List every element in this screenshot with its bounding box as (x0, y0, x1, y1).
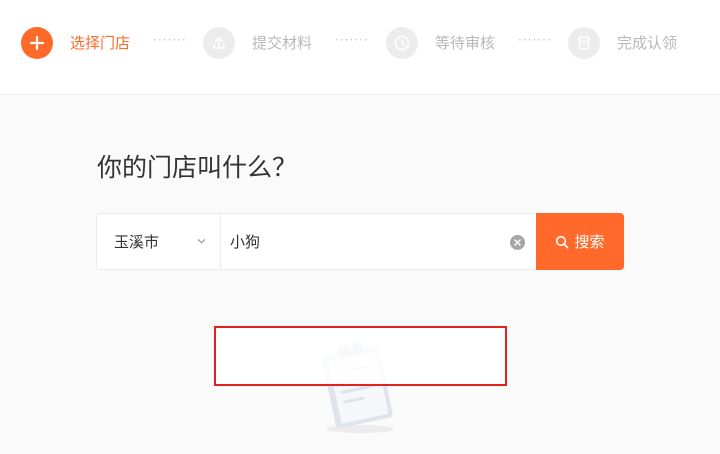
clear-icon[interactable] (510, 235, 525, 250)
step-separator: ······· (518, 33, 552, 47)
chevron-down-icon (197, 239, 206, 244)
step-submit-materials: 提交材料 (203, 26, 312, 59)
step-select-store: 选择门店 (21, 26, 130, 59)
search-icon (556, 235, 569, 248)
highlight-box (214, 326, 507, 386)
plus-icon (21, 26, 53, 59)
step-label: 选择门店 (70, 34, 131, 52)
step-separator: ······· (335, 33, 369, 47)
search-button-label: 搜索 (574, 233, 605, 251)
step-waiting-review: 等待审核 (386, 26, 495, 59)
claim-store-page: 选择门店 ······· 提交材料 ······· 等待审核 ······· 完… (0, 0, 720, 454)
search-input-wrapper (221, 214, 536, 269)
step-label: 提交材料 (252, 34, 313, 52)
city-select[interactable]: 玉溪市 (97, 214, 221, 269)
step-label: 完成认领 (617, 34, 678, 52)
progress-stepper: 选择门店 ······· 提交材料 ······· 等待审核 ······· 完… (0, 0, 720, 95)
step-complete-claim: 完成认领 (568, 26, 677, 59)
search-input[interactable] (221, 214, 536, 269)
clock-icon (386, 26, 418, 59)
document-icon (568, 26, 600, 59)
upload-icon (203, 26, 235, 59)
search-button[interactable]: 搜索 (536, 213, 624, 270)
store-search-bar: 玉溪市 搜索 (96, 213, 624, 270)
step-label: 等待审核 (435, 34, 496, 52)
step-separator: ······· (153, 33, 187, 47)
city-select-value: 玉溪市 (114, 233, 160, 251)
main-content: 你的门店叫什么？ 玉溪市 小狗 搜索 (0, 95, 720, 454)
page-title: 你的门店叫什么？ (97, 153, 298, 182)
